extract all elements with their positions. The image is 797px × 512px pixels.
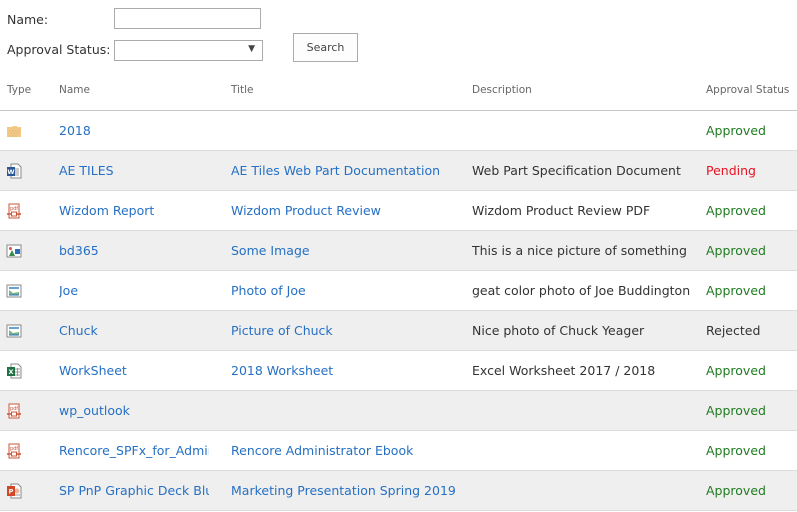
item-name-link[interactable]: Wizdom Report [59, 203, 154, 218]
item-description: geat color photo of Joe Buddington [472, 283, 691, 298]
item-description: This is a nice picture of something [472, 243, 687, 258]
excel-icon: X [6, 363, 22, 379]
item-title-link[interactable]: Rencore Administrator Ebook [231, 443, 413, 458]
item-description: Wizdom Product Review PDF [472, 203, 651, 218]
header-name[interactable]: Name [59, 84, 90, 96]
item-title-link[interactable]: AE Tiles Web Part Documentation [231, 163, 440, 178]
table-row[interactable]: Joe Photo of Joe geat color photo of Joe B… [0, 271, 797, 311]
table-row[interactable]: pdf Rencore_SPFx_for_Admins Rencore Admini… [0, 431, 797, 471]
svg-text:P: P [9, 488, 14, 496]
item-title-link[interactable]: Some Image [231, 243, 310, 258]
word-doc-icon: W [6, 163, 22, 179]
pdf-icon: pdf [6, 443, 22, 459]
svg-text:pdf: pdf [10, 206, 18, 212]
name-label: Name: [7, 12, 49, 27]
item-title-link[interactable]: Marketing Presentation Spring 2019 [231, 483, 456, 498]
approval-status-badge: Rejected [706, 323, 761, 338]
svg-text:X: X [8, 368, 13, 376]
approval-status-label: Approval Status: [7, 42, 111, 57]
approval-status-select[interactable]: ▼ [114, 40, 263, 61]
table-row[interactable]: P SP PnP Graphic Deck Blue Marketing Prese… [0, 471, 797, 511]
table-row[interactable]: bd365 Some Image This is a nice picture of… [0, 231, 797, 271]
table-row[interactable]: pdf Wizdom Report Wizdom Product Review Wiz… [0, 191, 797, 231]
item-name-link[interactable]: bd365 [59, 243, 99, 258]
table-row[interactable]: pdf wp_outlook Approved [0, 391, 797, 431]
svg-text:pdf: pdf [10, 446, 18, 452]
approval-status-badge: Approved [706, 483, 766, 498]
item-title-link[interactable]: Picture of Chuck [231, 323, 333, 338]
dropdown-arrow-icon: ▼ [248, 44, 255, 54]
approval-status-badge: Approved [706, 283, 766, 298]
item-description: Nice photo of Chuck Yeager [472, 323, 645, 338]
item-description: Excel Worksheet 2017 / 2018 [472, 363, 656, 378]
photo-icon [6, 323, 22, 339]
image-icon [6, 243, 22, 259]
item-name-link[interactable]: SP PnP Graphic Deck Blue [59, 483, 209, 498]
header-description[interactable]: Description [472, 84, 532, 96]
header-approval-status[interactable]: Approval Status [706, 84, 789, 96]
powerpoint-icon: P [6, 483, 22, 499]
approval-status-badge: Approved [706, 243, 766, 258]
approval-status-badge: Approved [706, 403, 766, 418]
pdf-icon: pdf [6, 203, 22, 219]
name-input[interactable] [114, 8, 261, 29]
approval-status-badge: Approved [706, 123, 766, 138]
table-header: Type Name Title Description Approval Sta… [0, 78, 797, 111]
item-name-link[interactable]: Rencore_SPFx_for_Admins [59, 443, 209, 458]
approval-status-badge: Approved [706, 203, 766, 218]
search-button[interactable]: Search [293, 33, 358, 62]
item-name-link[interactable]: AE TILES [59, 163, 114, 178]
item-title-link[interactable]: 2018 Worksheet [231, 363, 333, 378]
item-name-link[interactable]: 2018 [59, 123, 91, 138]
approval-status-badge: Approved [706, 363, 766, 378]
item-name-link[interactable]: Joe [59, 283, 78, 298]
table-row[interactable]: Chuck Picture of Chuck Nice photo of Chuck… [0, 311, 797, 351]
item-title-link[interactable]: Photo of Joe [231, 283, 306, 298]
item-title-link[interactable]: Wizdom Product Review [231, 203, 381, 218]
documents-table: Type Name Title Description Approval Sta… [0, 78, 797, 511]
header-type[interactable]: Type [7, 84, 31, 96]
svg-text:pdf: pdf [10, 406, 18, 412]
table-row[interactable]: W AE TILES AE Tiles Web Part Documentation… [0, 151, 797, 191]
item-description: Web Part Specification Document [472, 163, 681, 178]
photo-icon [6, 283, 22, 299]
svg-text:W: W [7, 168, 14, 176]
pdf-icon: pdf [6, 403, 22, 419]
table-row[interactable]: X WorkSheet 2018 Worksheet Excel Worksheet … [0, 351, 797, 391]
approval-status-badge: Approved [706, 443, 766, 458]
header-title[interactable]: Title [231, 84, 254, 96]
item-name-link[interactable]: wp_outlook [59, 403, 130, 418]
approval-status-badge: Pending [706, 163, 756, 178]
table-row[interactable]: 2018 Approved [0, 111, 797, 151]
folder-icon [6, 123, 22, 139]
item-name-link[interactable]: Chuck [59, 323, 98, 338]
item-name-link[interactable]: WorkSheet [59, 363, 127, 378]
